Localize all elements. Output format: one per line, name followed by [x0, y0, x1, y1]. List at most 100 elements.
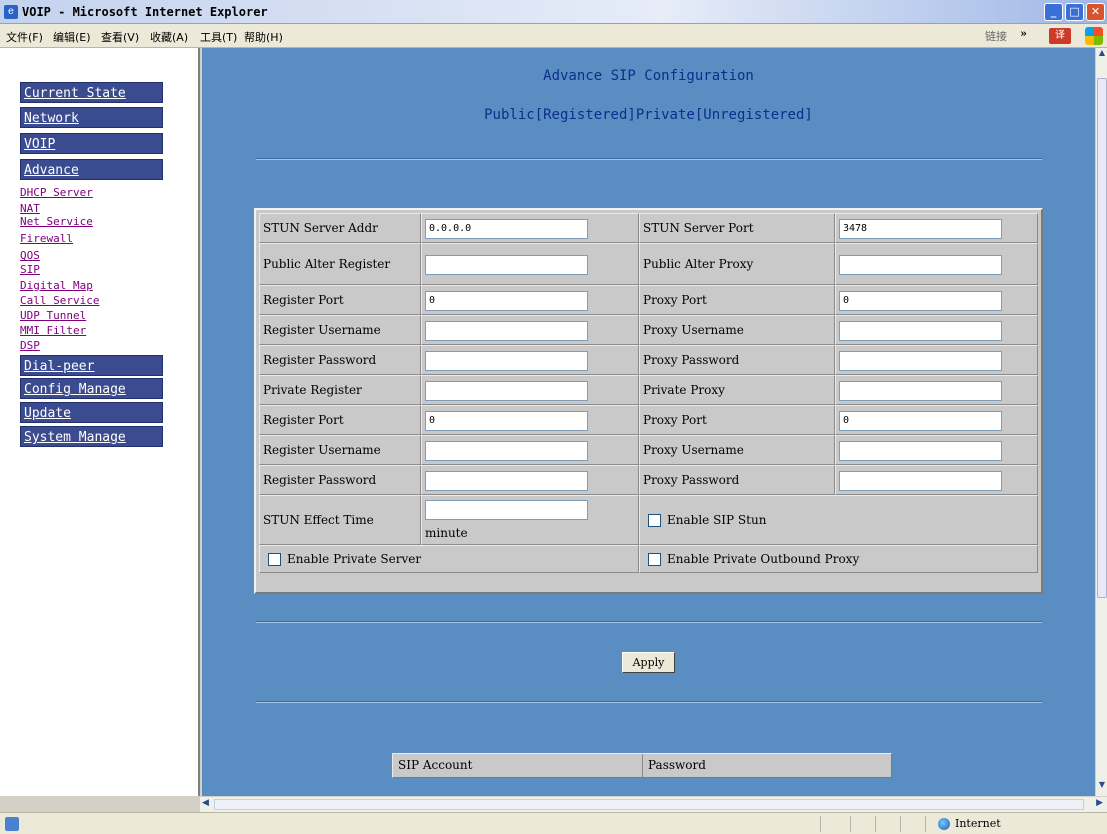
private-register-password-input[interactable] — [425, 471, 588, 491]
enable-private-outbound-proxy-checkbox[interactable] — [648, 553, 661, 566]
chevron-icon[interactable]: » — [1020, 27, 1027, 40]
nav-dhcp-server[interactable]: DHCP Server — [20, 187, 93, 199]
public-alter-register-label: Public Alter Register — [259, 243, 421, 285]
stun-server-port-input[interactable]: 3478 — [839, 219, 1002, 239]
private-proxy-username-input[interactable] — [839, 441, 1002, 461]
proxy-port-input[interactable]: 0 — [839, 291, 1002, 311]
config-row: Register Password Proxy Password — [259, 345, 1038, 375]
menu-view[interactable]: 查看(V) — [101, 29, 139, 45]
stun-effect-time-unit: minute — [425, 526, 468, 540]
menu-file[interactable]: 文件(F) — [6, 29, 43, 45]
scroll-thumb[interactable] — [1097, 78, 1107, 598]
hscroll-thumb[interactable] — [214, 799, 1084, 810]
nav-advance[interactable]: Advance — [20, 159, 163, 180]
config-row: Register Port 0 Proxy Port 0 — [259, 405, 1038, 435]
input-cell: 3478 — [835, 213, 1038, 243]
private-proxy-password-input[interactable] — [839, 471, 1002, 491]
content-frame: Advance SIP Configuration Public[Registe… — [202, 48, 1095, 796]
maximize-button[interactable]: □ — [1065, 3, 1084, 21]
divider — [875, 816, 876, 832]
apply-button[interactable]: Apply — [622, 652, 675, 673]
nav-mmi-filter[interactable]: MMI Filter — [20, 325, 86, 337]
private-proxy-port-label: Proxy Port — [639, 405, 835, 435]
horizontal-scrollbar[interactable]: ◀ ▶ — [200, 796, 1107, 812]
input-cell — [421, 375, 639, 405]
nav-call-service[interactable]: Call Service — [20, 295, 99, 307]
menu-favorites[interactable]: 收藏(A) — [150, 29, 188, 45]
private-proxy-port-input[interactable]: 0 — [839, 411, 1002, 431]
register-password-input[interactable] — [425, 351, 588, 371]
vertical-scrollbar[interactable]: ▲ ▼ — [1095, 48, 1107, 796]
security-zone: Internet — [955, 817, 1001, 830]
status-bar: Internet — [0, 812, 1107, 834]
private-register-username-input[interactable] — [425, 441, 588, 461]
enable-private-server-checkbox[interactable] — [268, 553, 281, 566]
menu-tools[interactable]: 工具(T) — [200, 29, 237, 45]
nav-dial-peer[interactable]: Dial-peer — [20, 355, 163, 376]
nav-advance-label: Advance — [24, 163, 79, 178]
nav-update-label: Update — [24, 406, 71, 421]
register-port-input[interactable]: 0 — [425, 291, 588, 311]
input-cell — [421, 465, 639, 495]
public-alter-proxy-input[interactable] — [839, 255, 1002, 275]
stun-effect-time-label: STUN Effect Time — [259, 495, 421, 545]
private-proxy-input[interactable] — [839, 381, 1002, 401]
input-cell — [421, 435, 639, 465]
menu-help[interactable]: 帮助(H) — [244, 29, 283, 45]
translate-icon[interactable]: 译 — [1049, 28, 1071, 44]
nav-sip[interactable]: SIP — [20, 264, 40, 276]
nav-system-manage[interactable]: System Manage — [20, 426, 163, 447]
input-cell: minute — [421, 495, 639, 545]
nav-config-manage[interactable]: Config Manage — [20, 378, 163, 399]
private-register-label: Private Register — [259, 375, 421, 405]
nav-digital-map[interactable]: Digital Map — [20, 280, 93, 292]
config-row: Private Register Private Proxy — [259, 375, 1038, 405]
enable-sip-stun-checkbox[interactable] — [648, 514, 661, 527]
input-cell — [421, 243, 639, 285]
private-register-input[interactable] — [425, 381, 588, 401]
stun-server-addr-label: STUN Server Addr — [259, 213, 421, 243]
divider — [900, 816, 901, 832]
nav-qos[interactable]: QOS — [20, 250, 40, 262]
private-register-username-label: Register Username — [259, 435, 421, 465]
nav-voip[interactable]: VOIP — [20, 133, 163, 154]
private-register-port-input[interactable]: 0 — [425, 411, 588, 431]
menu-bar: 文件(F) 编辑(E) 查看(V) 收藏(A) 工具(T) 帮助(H) 链接 »… — [0, 24, 1107, 48]
nav-network[interactable]: Network — [20, 107, 163, 128]
proxy-username-input[interactable] — [839, 321, 1002, 341]
ie-icon: e — [4, 5, 18, 19]
nav-firewall[interactable]: Firewall — [20, 233, 73, 245]
scroll-right-icon[interactable]: ▶ — [1096, 798, 1103, 808]
proxy-password-input[interactable] — [839, 351, 1002, 371]
scroll-left-icon[interactable]: ◀ — [202, 798, 209, 808]
registration-status: Public[Registered]Private[Unregistered] — [484, 107, 813, 123]
register-username-input[interactable] — [425, 321, 588, 341]
minimize-button[interactable]: _ — [1044, 3, 1063, 21]
scroll-down-icon[interactable]: ▼ — [1096, 780, 1107, 794]
register-password-label: Register Password — [259, 345, 421, 375]
enable-private-server-cell: Enable Private Server — [259, 545, 639, 573]
input-cell — [835, 315, 1038, 345]
private-register-password-label: Register Password — [259, 465, 421, 495]
input-cell: 0 — [835, 405, 1038, 435]
menu-edit[interactable]: 编辑(E) — [53, 29, 91, 45]
input-cell: 0.0.0.0 — [421, 213, 639, 243]
globe-icon — [938, 818, 950, 830]
nav-dsp[interactable]: DSP — [20, 340, 40, 352]
config-row: Register Port 0 Proxy Port 0 — [259, 285, 1038, 315]
scroll-up-icon[interactable]: ▲ — [1096, 48, 1107, 62]
links-label[interactable]: 链接 — [985, 28, 1007, 44]
enable-private-outbound-proxy-cell: Enable Private Outbound Proxy — [639, 545, 1038, 573]
stun-server-addr-input[interactable]: 0.0.0.0 — [425, 219, 588, 239]
input-cell — [835, 243, 1038, 285]
nav-udp-tunnel[interactable]: UDP Tunnel — [20, 310, 86, 322]
input-cell — [835, 435, 1038, 465]
public-alter-register-input[interactable] — [425, 255, 588, 275]
stun-effect-time-input[interactable] — [425, 500, 588, 520]
nav-nat[interactable]: NAT — [20, 203, 40, 215]
nav-current-state[interactable]: Current State — [20, 82, 163, 103]
close-button[interactable]: ✕ — [1086, 3, 1105, 21]
input-cell — [835, 345, 1038, 375]
nav-update[interactable]: Update — [20, 402, 163, 423]
nav-net-service[interactable]: Net Service — [20, 216, 93, 228]
